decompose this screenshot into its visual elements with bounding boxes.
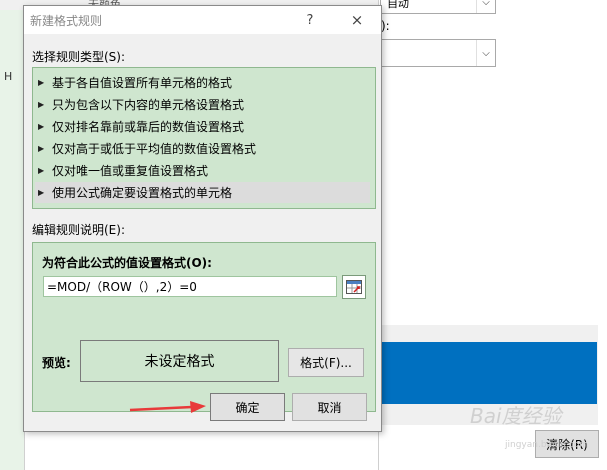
triangle-right-icon: ▶ [38,144,45,153]
triangle-right-icon: ▶ [38,188,45,197]
background-preview-fill [380,342,597,404]
chevron-down-icon: ⌵ [476,40,495,66]
preview-box: 未设定格式 [80,340,279,382]
ok-button[interactable]: 确定 [210,393,285,421]
formula-value: =MOD/（ROW（）,2）=0 [47,280,197,294]
triangle-right-icon: ▶ [38,78,45,87]
triangle-right-icon: ▶ [38,166,45,175]
preview-text: 未设定格式 [144,354,215,370]
background-combo-value: 自动 [387,0,409,10]
range-select-button[interactable] [342,275,366,299]
chevron-down-icon: ⌵ [476,0,495,13]
triangle-right-icon: ▶ [38,100,45,109]
background-color-combo[interactable]: 自动 ⌵ [380,0,496,14]
rule-type-label: 仅对唯一值或重复值设置格式 [52,164,209,178]
rule-type-item[interactable]: ▶ 只为包含以下内容的单元格设置格式 [35,94,370,115]
dialog-titlebar: 新建格式规则 ? × [24,6,381,34]
range-select-icon [346,280,362,294]
cancel-button[interactable]: 取消 [292,393,367,421]
background-label: ): [381,19,390,33]
background-style-combo[interactable]: ⌵ [380,39,496,67]
edit-rule-panel: 为符合此公式的值设置格式(O): =MOD/（ROW（）,2）=0 预览: 未设… [32,242,376,412]
triangle-right-icon: ▶ [38,122,45,131]
rule-type-item[interactable]: ▶ 仅对高于或低于平均值的数值设置格式 [35,138,370,159]
dialog-title: 新建格式规则 [30,14,103,28]
select-rule-type-label: 选择规则类型(S): [32,50,126,64]
close-icon[interactable]: × [346,10,368,30]
rule-type-item[interactable]: ▶ 仅对排名靠前或靠后的数值设置格式 [35,116,370,137]
annotation-arrow-icon [129,401,206,413]
formula-heading: 为符合此公式的值设置格式(O): [42,256,212,270]
preview-label: 预览: [42,356,71,370]
edit-rule-label: 编辑规则说明(E): [32,223,125,237]
rule-type-label: 基于各自值设置所有单元格的格式 [52,76,233,90]
help-icon[interactable]: ? [300,10,320,30]
rule-type-item[interactable]: ▶ 仅对唯一值或重复值设置格式 [35,160,370,181]
rule-type-list[interactable]: ▶ 基于各自值设置所有单元格的格式 ▶ 只为包含以下内容的单元格设置格式 ▶ 仅… [32,67,376,209]
rule-type-label: 仅对高于或低于平均值的数值设置格式 [52,142,257,156]
rule-type-item[interactable]: ▶ 基于各自值设置所有单元格的格式 [35,72,370,93]
rule-type-item-selected[interactable]: ▶ 使用公式确定要设置格式的单元格 [35,182,370,203]
rule-type-label: 使用公式确定要设置格式的单元格 [52,186,233,200]
new-format-rule-dialog: 新建格式规则 ? × 选择规则类型(S): ▶ 基于各自值设置所有单元格的格式 … [23,5,382,432]
formula-input[interactable]: =MOD/（ROW（）,2）=0 [43,276,337,297]
rule-type-label: 只为包含以下内容的单元格设置格式 [52,98,245,112]
watermark-logo: Bai度经验 [470,404,562,428]
column-letter: H [4,70,13,83]
rule-type-label: 仅对排名靠前或靠后的数值设置格式 [52,120,245,134]
format-button[interactable]: 格式(F)... [288,348,364,377]
watermark-url: jingyan.baidu.com [505,440,589,450]
